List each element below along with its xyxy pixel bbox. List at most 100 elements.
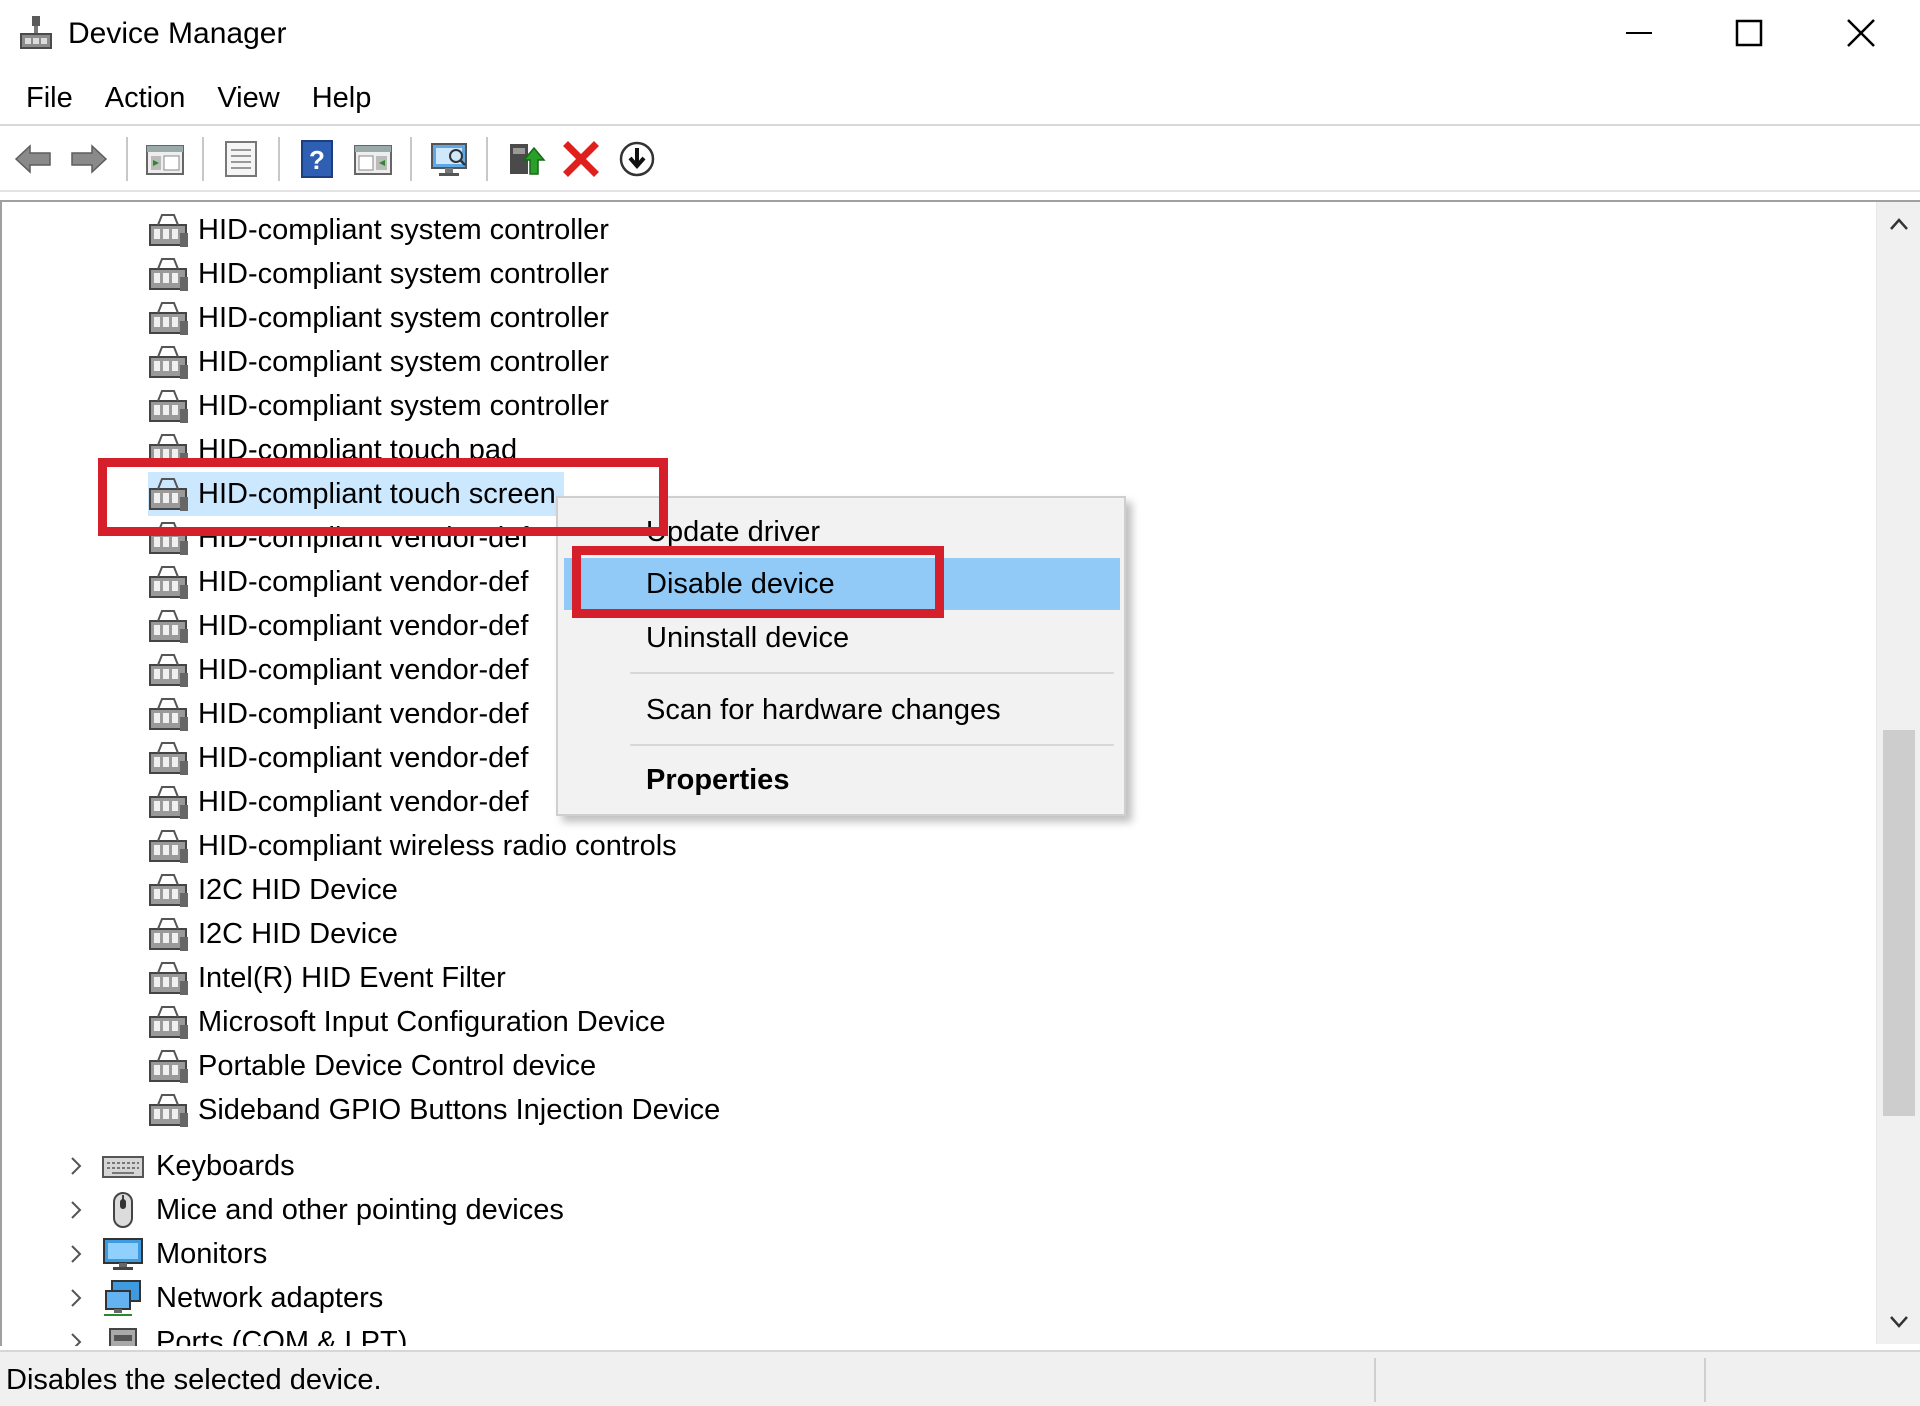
expand-chevron-icon[interactable] [64, 1198, 88, 1222]
scroll-up-button[interactable] [1877, 202, 1920, 246]
tree-device-row[interactable]: HID-compliant system controller [148, 252, 609, 296]
device-label: I2C HID Device [198, 918, 398, 950]
menu-action[interactable]: Action [89, 74, 202, 122]
tree-category-monitors[interactable]: Monitors [102, 1232, 267, 1276]
tree-device-row[interactable]: Portable Device Control device [148, 1044, 596, 1088]
properties-icon [225, 141, 257, 177]
scrollbar-thumb[interactable] [1883, 730, 1915, 1116]
device-label: HID-compliant system controller [198, 302, 609, 334]
view-icon [354, 145, 392, 175]
update-driver-button[interactable] [500, 134, 550, 184]
toolbar-separator [202, 137, 204, 181]
show-hide-tree-icon [146, 145, 184, 175]
forward-icon [71, 144, 108, 174]
hid-device-icon [149, 302, 188, 335]
expand-chevron-icon[interactable] [64, 1286, 88, 1310]
tree-device-row[interactable]: HID-compliant system controller [148, 208, 609, 252]
maximize-button[interactable] [1694, 0, 1804, 66]
hid-device-icon [149, 962, 188, 995]
enable-device-icon [619, 141, 655, 177]
hid-device-icon [149, 830, 188, 863]
status-divider [1704, 1358, 1706, 1402]
view-button[interactable] [348, 134, 398, 184]
category-label: Network adapters [156, 1282, 384, 1314]
device-label: HID-compliant vendor-def [198, 742, 529, 774]
device-label: HID-compliant vendor-def [198, 654, 529, 686]
uninstall-device-button[interactable] [556, 134, 606, 184]
hid-device-icon [149, 258, 188, 291]
keyboard-icon [102, 1156, 144, 1178]
help-button[interactable]: ? [292, 134, 342, 184]
back-button[interactable] [8, 134, 58, 184]
uninstall-icon [563, 141, 599, 177]
minimize-icon [1626, 32, 1652, 34]
tree-device-row[interactable]: HID-compliant vendor-def [148, 648, 528, 692]
status-divider [1374, 1358, 1376, 1402]
device-manager-icon [18, 14, 54, 54]
properties-button[interactable] [216, 134, 266, 184]
device-label: Intel(R) HID Event Filter [198, 962, 506, 994]
maximize-icon [1735, 19, 1763, 47]
hid-device-icon [149, 346, 188, 379]
title-bar: Device Manager [0, 0, 1920, 66]
tree-device-row[interactable]: HID-compliant vendor-def [148, 560, 528, 604]
device-label: Sideband GPIO Buttons Injection Device [198, 1094, 721, 1126]
tree-device-row[interactable]: Sideband GPIO Buttons Injection Device [148, 1088, 720, 1132]
vertical-scrollbar[interactable] [1876, 202, 1920, 1344]
device-label: HID-compliant wireless radio controls [198, 830, 677, 862]
menu-separator [630, 744, 1114, 746]
toolbar-separator [486, 137, 488, 181]
tree-device-row[interactable]: HID-compliant vendor-def [148, 604, 528, 648]
expand-chevron-icon[interactable] [64, 1330, 88, 1346]
scroll-down-button[interactable] [1877, 1300, 1920, 1344]
tree-device-row[interactable]: Microsoft Input Configuration Device [148, 1000, 665, 1044]
tree-device-row[interactable]: I2C HID Device [148, 912, 398, 956]
forward-button[interactable] [64, 134, 114, 184]
enable-device-button[interactable] [612, 134, 662, 184]
close-icon [1847, 19, 1875, 47]
tree-category-keyboards[interactable]: Keyboards [102, 1144, 295, 1188]
close-button[interactable] [1806, 0, 1916, 66]
tree-category-network-adapters[interactable]: Network adapters [102, 1276, 383, 1320]
tree-device-row[interactable]: Intel(R) HID Event Filter [148, 956, 506, 1000]
menu-file[interactable]: File [10, 74, 89, 122]
tree-device-row[interactable]: HID-compliant vendor-def [148, 780, 528, 824]
tree-device-row[interactable]: HID-compliant wireless radio controls [148, 824, 677, 868]
tree-device-row[interactable]: I2C HID Device [148, 868, 398, 912]
highlight-box-selected-device [98, 458, 668, 536]
menu-help[interactable]: Help [296, 74, 388, 122]
scan-hardware-icon [431, 143, 467, 176]
menu-item-uninstall-device[interactable]: Uninstall device [564, 612, 1120, 664]
tree-device-row[interactable]: HID-compliant system controller [148, 296, 609, 340]
hid-device-icon [149, 214, 188, 247]
show-hide-tree-button[interactable] [140, 134, 190, 184]
hid-device-icon [149, 654, 188, 687]
device-label: HID-compliant system controller [198, 390, 609, 422]
scan-hardware-button[interactable] [424, 134, 474, 184]
category-label: Mice and other pointing devices [156, 1194, 564, 1226]
help-icon: ? [301, 140, 333, 178]
hid-device-icon [149, 698, 188, 731]
minimize-button[interactable] [1584, 0, 1694, 66]
tree-device-row[interactable]: HID-compliant system controller [148, 340, 609, 384]
highlight-box-disable-device [572, 546, 944, 618]
expand-chevron-icon[interactable] [64, 1242, 88, 1266]
network-adapter-icon [104, 1280, 141, 1316]
menu-divider [0, 124, 1920, 126]
menu-item-scan-hardware[interactable]: Scan for hardware changes [564, 684, 1120, 736]
tree-device-row[interactable]: HID-compliant vendor-def [148, 692, 528, 736]
hid-device-icon [149, 1006, 188, 1039]
tree-device-row[interactable]: HID-compliant system controller [148, 384, 609, 428]
menu-item-properties[interactable]: Properties [564, 754, 1120, 806]
expand-chevron-icon[interactable] [64, 1154, 88, 1178]
status-text: Disables the selected device. [6, 1364, 382, 1396]
toolbar: ? [0, 130, 1920, 188]
toolbar-separator [410, 137, 412, 181]
tree-device-row[interactable]: HID-compliant vendor-def [148, 736, 528, 780]
tree-category-ports[interactable]: Ports (COM & LPT) [102, 1320, 407, 1346]
toolbar-separator [126, 137, 128, 181]
toolbar-separator [278, 137, 280, 181]
hid-device-icon [149, 390, 188, 423]
tree-category-mice[interactable]: Mice and other pointing devices [102, 1188, 564, 1232]
menu-view[interactable]: View [201, 74, 295, 122]
